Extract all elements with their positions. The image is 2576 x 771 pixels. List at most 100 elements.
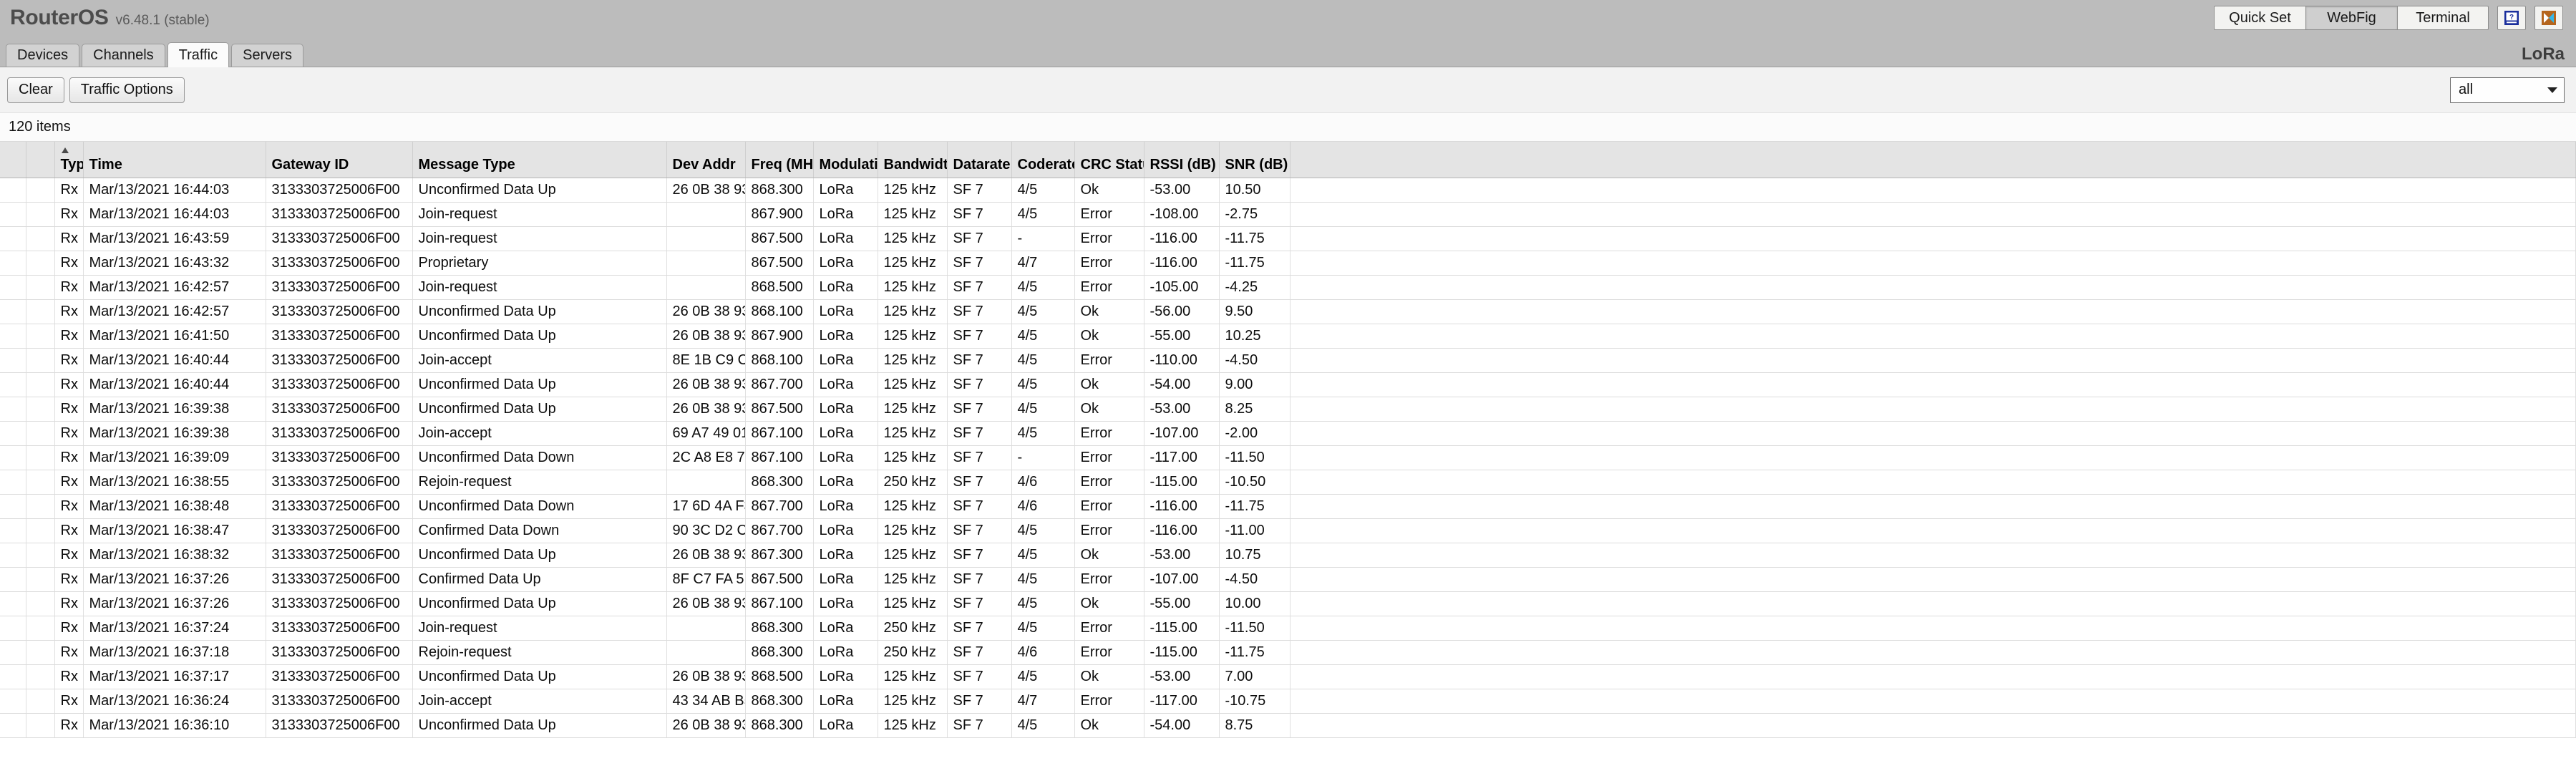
cell-bandwidth: 250 kHz xyxy=(878,616,948,641)
row-select-checkbox[interactable] xyxy=(0,567,26,592)
cell-bandwidth: 125 kHz xyxy=(878,567,948,592)
table-row[interactable]: Rx Mar/13/2021 16:38:47 3133303725006F00 Co… xyxy=(0,518,2576,543)
cell-type: Rx xyxy=(54,664,84,689)
quick-set-button[interactable]: Quick Set xyxy=(2214,6,2305,30)
help-book-icon[interactable]: ? xyxy=(2497,6,2526,30)
row-select-checkbox[interactable] xyxy=(0,518,26,543)
row-select-checkbox[interactable] xyxy=(0,348,26,373)
header-gateway-id[interactable]: Gateway ID xyxy=(266,142,413,178)
table-row[interactable]: Rx Mar/13/2021 16:36:10 3133303725006F00 Un… xyxy=(0,713,2576,738)
row-select-checkbox[interactable] xyxy=(0,494,26,519)
table-row[interactable]: Rx Mar/13/2021 16:40:44 3133303725006F00 Jo… xyxy=(0,348,2576,373)
tab-devices[interactable]: Devices xyxy=(6,44,80,67)
row-spacer xyxy=(1290,640,2576,665)
cell-coderate: 4/5 xyxy=(1011,616,1075,641)
tab-traffic[interactable]: Traffic xyxy=(167,42,230,67)
terminal-button[interactable]: Terminal xyxy=(2397,6,2489,30)
row-select-checkbox[interactable] xyxy=(0,591,26,616)
table-row[interactable]: Rx Mar/13/2021 16:40:44 3133303725006F00 Un… xyxy=(0,372,2576,397)
table-row[interactable]: Rx Mar/13/2021 16:38:32 3133303725006F00 Un… xyxy=(0,543,2576,568)
table-row[interactable]: Rx Mar/13/2021 16:36:24 3133303725006F00 Jo… xyxy=(0,689,2576,714)
cell-type: Rx xyxy=(54,202,84,227)
cell-snr: -2.00 xyxy=(1219,421,1291,446)
cell-modulation: LoRa xyxy=(813,567,878,592)
row-select-checkbox[interactable] xyxy=(0,640,26,665)
clear-button[interactable]: Clear xyxy=(7,77,64,103)
table-row[interactable]: Rx Mar/13/2021 16:38:55 3133303725006F00 Re… xyxy=(0,470,2576,495)
toolbar: Clear Traffic Options all xyxy=(0,67,2576,113)
logout-icon[interactable] xyxy=(2534,6,2563,30)
table-row[interactable]: Rx Mar/13/2021 16:39:38 3133303725006F00 Jo… xyxy=(0,421,2576,446)
row-select-checkbox[interactable] xyxy=(0,664,26,689)
row-select-checkbox[interactable] xyxy=(0,713,26,738)
cell-crc-status: Ok xyxy=(1074,299,1144,324)
table-row[interactable]: Rx Mar/13/2021 16:37:17 3133303725006F00 Un… xyxy=(0,664,2576,689)
webfig-button[interactable]: WebFig xyxy=(2305,6,2397,30)
table-row[interactable]: Rx Mar/13/2021 16:42:57 3133303725006F00 Un… xyxy=(0,299,2576,324)
row-select-checkbox[interactable] xyxy=(0,178,26,203)
table-row[interactable]: Rx Mar/13/2021 16:44:03 3133303725006F00 Un… xyxy=(0,178,2576,203)
table-row[interactable]: Rx Mar/13/2021 16:37:26 3133303725006F00 Un… xyxy=(0,591,2576,616)
traffic-filter-select[interactable]: all xyxy=(2450,77,2565,103)
cell-bandwidth: 125 kHz xyxy=(878,178,948,203)
traffic-options-button[interactable]: Traffic Options xyxy=(69,77,185,103)
cell-type: Rx xyxy=(54,421,84,446)
table-row[interactable]: Rx Mar/13/2021 16:43:32 3133303725006F00 Pr… xyxy=(0,251,2576,276)
cell-snr: -11.75 xyxy=(1219,640,1291,665)
tab-channels[interactable]: Channels xyxy=(82,44,165,67)
row-select-checkbox[interactable] xyxy=(0,275,26,300)
cell-message-type: Unconfirmed Data Down xyxy=(412,445,667,470)
row-select-checkbox[interactable] xyxy=(0,689,26,714)
row-select-checkbox[interactable] xyxy=(0,470,26,495)
header-coderate[interactable]: Coderate xyxy=(1011,142,1075,178)
cell-dev-addr xyxy=(666,202,746,227)
cell-rssi: -55.00 xyxy=(1144,324,1220,349)
tab-servers[interactable]: Servers xyxy=(231,44,304,67)
row-select-checkbox[interactable] xyxy=(0,299,26,324)
table-row[interactable]: Rx Mar/13/2021 16:42:57 3133303725006F00 Jo… xyxy=(0,275,2576,300)
cell-gateway-id: 3133303725006F00 xyxy=(266,616,413,641)
row-select-checkbox[interactable] xyxy=(0,251,26,276)
row-select-checkbox[interactable] xyxy=(0,372,26,397)
header-freq[interactable]: Freq (MHz) xyxy=(745,142,814,178)
row-select-checkbox[interactable] xyxy=(0,543,26,568)
toolbar-left: Clear Traffic Options xyxy=(7,77,185,103)
header-rssi[interactable]: RSSI (dB) xyxy=(1144,142,1220,178)
table-row[interactable]: Rx Mar/13/2021 16:41:50 3133303725006F00 Un… xyxy=(0,324,2576,349)
table-row[interactable]: Rx Mar/13/2021 16:39:09 3133303725006F00 Un… xyxy=(0,445,2576,470)
header-modulation[interactable]: Modulation xyxy=(813,142,878,178)
cell-modulation: LoRa xyxy=(813,397,878,422)
row-select-checkbox[interactable] xyxy=(0,421,26,446)
table-row[interactable]: Rx Mar/13/2021 16:43:59 3133303725006F00 Jo… xyxy=(0,226,2576,251)
row-select-checkbox[interactable] xyxy=(0,397,26,422)
table-row[interactable]: Rx Mar/13/2021 16:38:48 3133303725006F00 Un… xyxy=(0,494,2576,519)
header-datarate[interactable]: Datarate xyxy=(947,142,1012,178)
cell-snr: 10.75 xyxy=(1219,543,1291,568)
row-select-checkbox[interactable] xyxy=(0,226,26,251)
table-row[interactable]: Rx Mar/13/2021 16:37:18 3133303725006F00 Re… xyxy=(0,640,2576,665)
table-row[interactable]: Rx Mar/13/2021 16:37:24 3133303725006F00 Jo… xyxy=(0,616,2576,641)
header-crc-status[interactable]: CRC Status xyxy=(1074,142,1144,178)
page-title: LoRa xyxy=(2522,44,2565,64)
header-message-type[interactable]: Message Type xyxy=(412,142,667,178)
cell-type: Rx xyxy=(54,640,84,665)
row-select-checkbox[interactable] xyxy=(0,445,26,470)
row-select-checkbox[interactable] xyxy=(0,324,26,349)
header-snr[interactable]: SNR (dB) xyxy=(1219,142,1291,178)
cell-datarate: SF 7 xyxy=(947,664,1012,689)
row-select-checkbox[interactable] xyxy=(0,202,26,227)
header-dev-addr[interactable]: Dev Addr xyxy=(666,142,746,178)
cell-coderate: 4/5 xyxy=(1011,713,1075,738)
cell-type: Rx xyxy=(54,591,84,616)
header-bandwidth[interactable]: Bandwidth xyxy=(878,142,948,178)
cell-rssi: -110.00 xyxy=(1144,348,1220,373)
row-select-checkbox[interactable] xyxy=(0,616,26,641)
header-time[interactable]: Time xyxy=(83,142,266,178)
table-row[interactable]: Rx Mar/13/2021 16:39:38 3133303725006F00 Un… xyxy=(0,397,2576,422)
table-row[interactable]: Rx Mar/13/2021 16:44:03 3133303725006F00 Jo… xyxy=(0,202,2576,227)
row-flags xyxy=(26,664,55,689)
cell-rssi: -53.00 xyxy=(1144,664,1220,689)
header-select-all[interactable] xyxy=(0,142,26,178)
table-row[interactable]: Rx Mar/13/2021 16:37:26 3133303725006F00 Co… xyxy=(0,567,2576,592)
header-type[interactable]: Type xyxy=(54,142,84,178)
